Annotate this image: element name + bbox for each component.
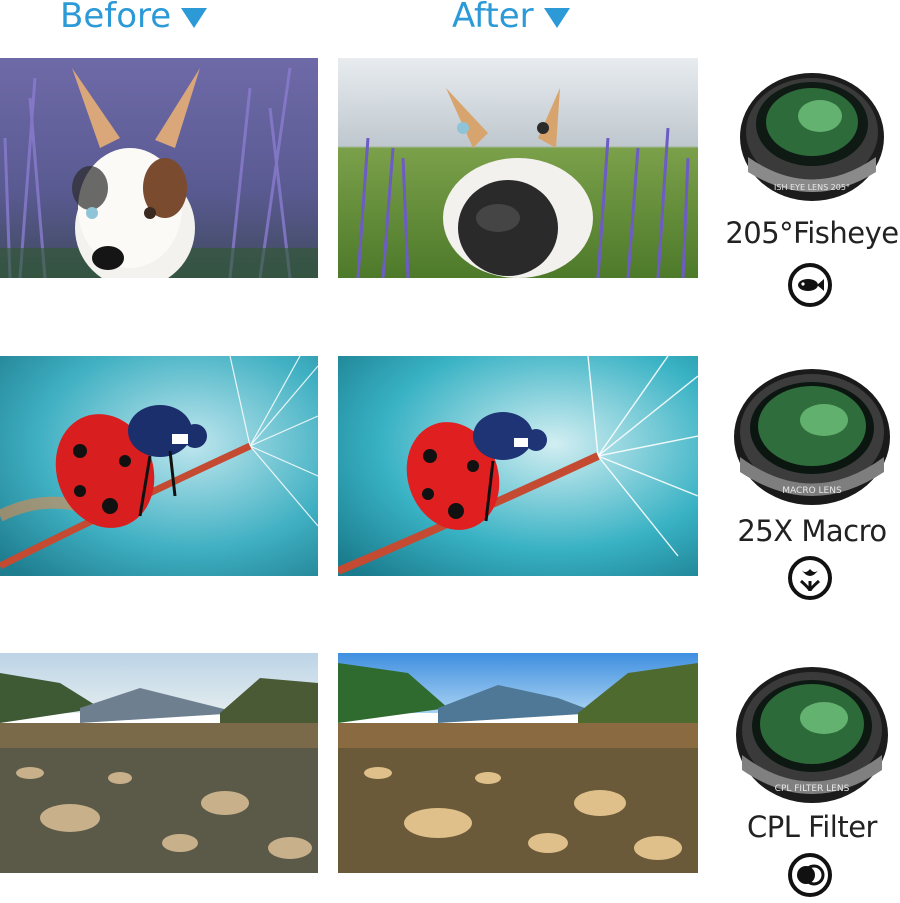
before-label: Before	[60, 0, 172, 36]
macro-lens-image: MACRO LENS	[728, 362, 896, 512]
ladybug-before-photo	[0, 356, 318, 576]
ladybug-after-photo	[338, 356, 698, 576]
cpl-filter-icon	[787, 852, 833, 898]
fisheye-label: 205°Fisheye	[725, 216, 899, 250]
lens-ring-text: ISH EYE LENS 205°	[774, 183, 850, 192]
dog-before-photo	[0, 58, 318, 278]
down-arrow-icon	[181, 8, 208, 28]
cpl-label: CPL Filter	[747, 810, 877, 844]
after-label: After	[452, 0, 534, 36]
lens-ring-text: MACRO LENS	[782, 486, 842, 496]
before-heading: Before	[60, 0, 208, 36]
macro-tulip-icon	[787, 555, 833, 601]
macro-label: 25X Macro	[737, 514, 887, 548]
fisheye-mode-icon	[787, 262, 833, 308]
after-heading: After	[452, 0, 570, 36]
river-after-photo	[338, 653, 698, 873]
fisheye-lens-image: ISH EYE LENS 205°	[728, 62, 896, 212]
down-arrow-icon	[543, 8, 570, 28]
lens-ring-text: CPL FILTER LENS	[775, 784, 850, 794]
cpl-lens-image: CPL FILTER LENS	[728, 660, 896, 810]
river-before-photo	[0, 653, 318, 873]
dog-after-photo	[338, 58, 698, 278]
